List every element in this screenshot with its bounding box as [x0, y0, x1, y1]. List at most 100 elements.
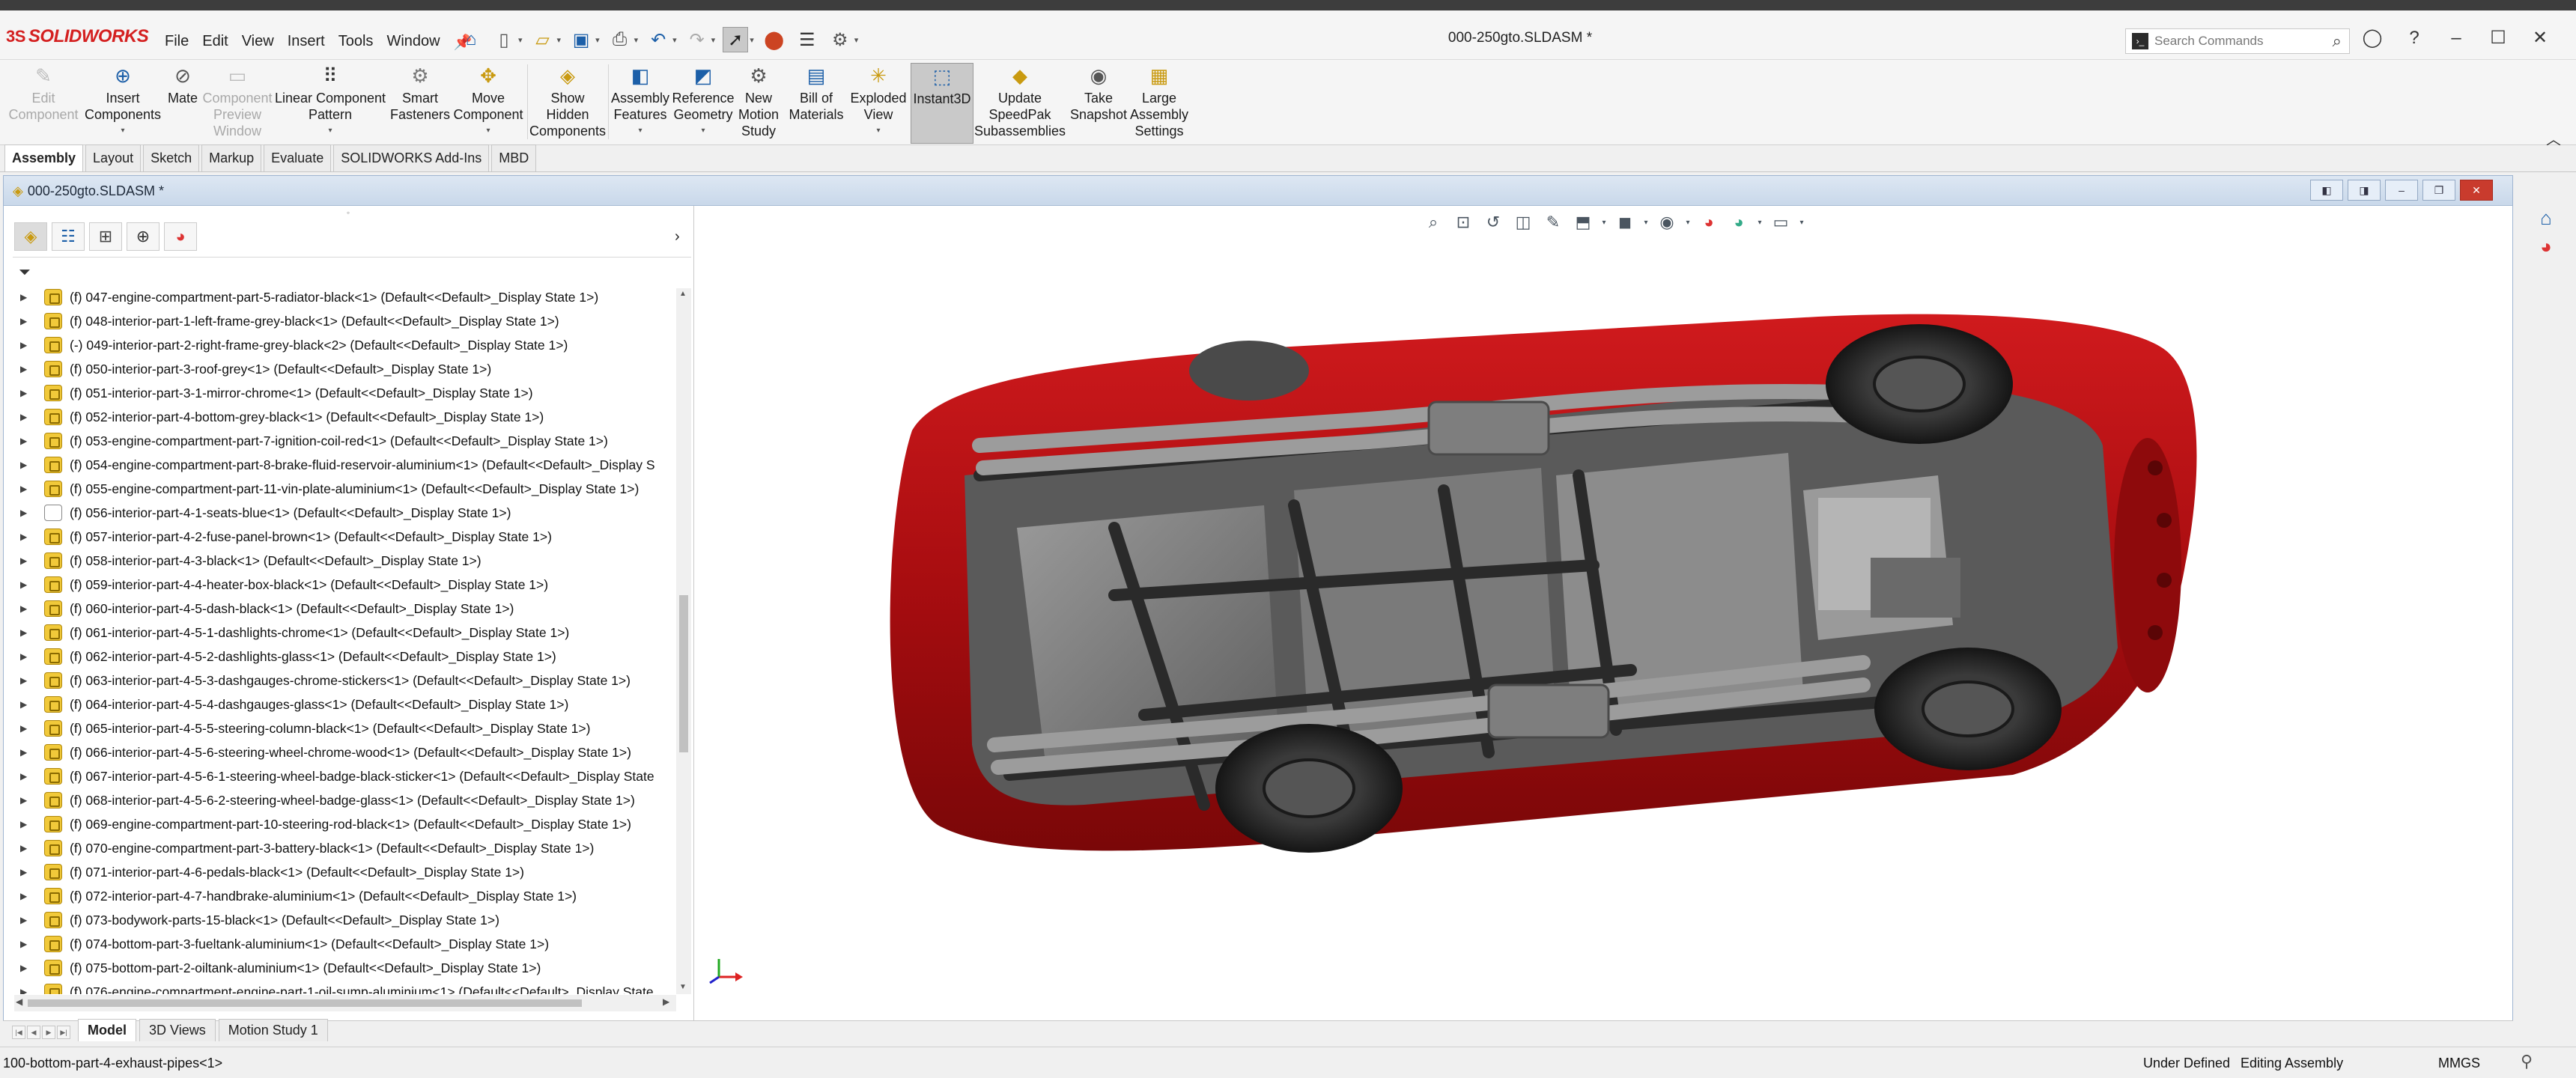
- tree-node[interactable]: ▶ (f) 065-interior-part-4-5-5-steering-co…: [4, 716, 676, 740]
- save-icon[interactable]: ▣: [568, 27, 594, 52]
- large-assembly-settings-button[interactable]: ▦ Large Assembly Settings: [1123, 63, 1195, 144]
- tree-node[interactable]: ▶ (f) 061-interior-part-4-5-1-dashlights-…: [4, 621, 676, 645]
- prev-tab-icon[interactable]: ◀: [27, 1026, 40, 1039]
- expand-arrow-icon[interactable]: ▶: [20, 436, 37, 446]
- tree-node[interactable]: ▶ (f) 054-engine-compartment-part-8-brake…: [4, 453, 676, 477]
- tree-node[interactable]: ▶ (f) 075-bottom-part-2-oiltank-aluminium…: [4, 956, 676, 980]
- appearances-icon[interactable]: ◕: [2533, 234, 2559, 259]
- assembly-features-button[interactable]: ◧ Assembly Features ▾: [610, 63, 671, 144]
- menu-view[interactable]: View: [236, 28, 280, 56]
- doc-minimize-icon[interactable]: –: [2385, 180, 2418, 201]
- expand-arrow-icon[interactable]: ▶: [20, 795, 37, 806]
- tree-node[interactable]: ▶ (-) 049-interior-part-2-right-frame-gre…: [4, 333, 676, 357]
- tree-node[interactable]: ▶ (f) 056-interior-part-4-1-seats-blue<1>…: [4, 501, 676, 525]
- component-preview-button[interactable]: ▭ Component Preview Window: [202, 63, 272, 144]
- tree-node[interactable]: ▶ (f) 048-interior-part-1-left-frame-grey…: [4, 309, 676, 333]
- expand-arrow-icon[interactable]: ▶: [20, 819, 37, 829]
- tree-node[interactable]: ▶ (f) 052-interior-part-4-bottom-grey-bla…: [4, 405, 676, 429]
- tree-node[interactable]: ▶ (f) 063-interior-part-4-5-3-dashgauges-…: [4, 669, 676, 692]
- chevron-down-icon[interactable]: ▾: [711, 35, 716, 45]
- reference-geometry-button[interactable]: ◩ Reference Geometry ▾: [672, 63, 734, 144]
- search-commands-input[interactable]: ›_ Search Commands ⌕: [2125, 28, 2350, 54]
- tree-node[interactable]: ▶ (f) 073-bodywork-parts-15-black<1> (Def…: [4, 908, 676, 932]
- tree-horizontal-scrollbar[interactable]: ◀ ▶: [14, 995, 676, 1011]
- open-icon[interactable]: ▱: [530, 27, 556, 52]
- expand-arrow-icon[interactable]: ▶: [20, 388, 37, 398]
- tile-right-icon[interactable]: ◨: [2348, 180, 2381, 201]
- tree-node[interactable]: ▶ (f) 069-engine-compartment-part-10-stee…: [4, 812, 676, 836]
- update-speedpak-button[interactable]: ◆ Update SpeedPak Subassemblies: [974, 63, 1066, 144]
- tree-node[interactable]: ▶ (f) 072-interior-part-4-7-handbrake-alu…: [4, 884, 676, 908]
- expand-arrow-icon[interactable]: ▶: [20, 651, 37, 662]
- mate-button[interactable]: ⊘ Mate: [163, 63, 202, 144]
- display-manager-tab-icon[interactable]: ◕: [164, 222, 197, 251]
- doc-close-icon[interactable]: ✕: [2460, 180, 2493, 201]
- status-units[interactable]: MMGS: [2438, 1056, 2480, 1071]
- expand-arrow-icon[interactable]: ▶: [20, 843, 37, 853]
- expand-arrow-icon[interactable]: ▶: [20, 460, 37, 470]
- doc-restore-icon[interactable]: ❐: [2422, 180, 2455, 201]
- tree-node[interactable]: ▶ (f) 070-engine-compartment-part-3-batte…: [4, 836, 676, 860]
- new-motion-study-button[interactable]: ⚙ New Motion Study: [737, 63, 780, 144]
- scrollbar-thumb[interactable]: [28, 999, 582, 1007]
- tree-node[interactable]: ▶ (f) 066-interior-part-4-5-6-steering-wh…: [4, 740, 676, 764]
- maximize-icon[interactable]: ☐: [2485, 27, 2512, 49]
- expand-arrow-icon[interactable]: ▶: [20, 891, 37, 901]
- next-tab-icon[interactable]: ▶: [42, 1026, 55, 1039]
- tree-node[interactable]: ▶ (f) 057-interior-part-4-2-fuse-panel-br…: [4, 525, 676, 549]
- tab-add-ins[interactable]: SOLIDWORKS Add-Ins: [333, 144, 490, 171]
- expand-arrow-icon[interactable]: ▶: [20, 987, 37, 994]
- help-icon[interactable]: ?: [2401, 28, 2428, 49]
- take-snapshot-button[interactable]: ◉ Take Snapshot: [1066, 63, 1131, 144]
- last-tab-icon[interactable]: ▶|: [57, 1026, 70, 1039]
- print-icon[interactable]: ⎙: [607, 27, 633, 52]
- rebuild-tag-icon[interactable]: ⚲: [2521, 1052, 2533, 1071]
- tree-node[interactable]: ▶ (f) 062-interior-part-4-5-2-dashlights-…: [4, 645, 676, 669]
- tree-node[interactable]: ▶ (f) 053-engine-compartment-part-7-ignit…: [4, 429, 676, 453]
- tree-node[interactable]: ▶ (f) 064-interior-part-4-5-4-dashgauges-…: [4, 692, 676, 716]
- chevron-down-icon[interactable]: ▾: [672, 35, 677, 45]
- tree-node[interactable]: ▶ (f) 068-interior-part-4-5-6-2-steering-…: [4, 788, 676, 812]
- select-pointer-icon[interactable]: ➚: [723, 27, 749, 52]
- graphics-viewport[interactable]: ⌕ ⊡ ↺ ◫ ✎ ⬒ ▾ ◼ ▾ ◉ ▾ ◕ ◕ ▾ ▭ ▾: [695, 206, 2512, 1020]
- expand-arrow-icon[interactable]: ▶: [20, 627, 37, 638]
- expand-arrow-icon[interactable]: ▶: [20, 771, 37, 782]
- expand-arrow-icon[interactable]: ▶: [20, 316, 37, 326]
- tree-node[interactable]: ▶ (f) 074-bottom-part-3-fueltank-aluminiu…: [4, 932, 676, 956]
- solidworks-resources-icon[interactable]: ⌂: [2533, 205, 2559, 231]
- menu-file[interactable]: File: [159, 28, 195, 56]
- expand-arrow-icon[interactable]: ▶: [20, 603, 37, 614]
- first-tab-icon[interactable]: |◀: [12, 1026, 25, 1039]
- user-account-icon[interactable]: ◯: [2359, 27, 2386, 49]
- tab-layout[interactable]: Layout: [85, 144, 142, 171]
- chevron-down-icon[interactable]: ▾: [854, 35, 859, 45]
- tile-left-icon[interactable]: ◧: [2310, 180, 2343, 201]
- tab-assembly[interactable]: Assembly: [4, 144, 84, 171]
- expand-arrow-icon[interactable]: ▶: [20, 747, 37, 758]
- tab-markup[interactable]: Markup: [201, 144, 262, 171]
- redo-icon[interactable]: ↷: [684, 27, 710, 52]
- options-gear-icon[interactable]: ⚙: [827, 27, 853, 52]
- expand-arrow-icon[interactable]: ▶: [20, 484, 37, 494]
- expand-arrow-icon[interactable]: ▶: [20, 915, 37, 925]
- exploded-view-button[interactable]: ✳ Exploded View ▾: [848, 63, 909, 144]
- scrollbar-thumb[interactable]: [679, 595, 688, 752]
- tree-node[interactable]: ▶ (f) 067-interior-part-4-5-6-1-steering-…: [4, 764, 676, 788]
- tab-evaluate[interactable]: Evaluate: [264, 144, 332, 171]
- expand-arrow-icon[interactable]: ▶: [20, 340, 37, 350]
- new-document-icon[interactable]: ▯: [491, 27, 517, 52]
- smart-fasteners-button[interactable]: ⚙ Smart Fasteners: [389, 63, 451, 144]
- configuration-manager-tab-icon[interactable]: ⊞: [89, 222, 122, 251]
- filter-icon[interactable]: ⏷: [19, 264, 31, 281]
- chevron-down-icon[interactable]: ▾: [557, 35, 562, 45]
- tree-node[interactable]: ▶ (f) 055-engine-compartment-part-11-vin-…: [4, 477, 676, 501]
- close-icon[interactable]: ✕: [2527, 27, 2554, 49]
- feature-tree-tab-icon[interactable]: ◈: [14, 222, 47, 251]
- pane-splitter-handle[interactable]: ◦: [4, 207, 693, 218]
- show-hidden-button[interactable]: ◈ Show Hidden Components: [529, 63, 606, 144]
- expand-arrow-icon[interactable]: ▶: [20, 675, 37, 686]
- tab-3d-views[interactable]: 3D Views: [139, 1019, 216, 1041]
- expand-arrow-icon[interactable]: ▶: [20, 867, 37, 877]
- tree-node[interactable]: ▶ (f) 060-interior-part-4-5-dash-black<1>…: [4, 597, 676, 621]
- bill-of-materials-button[interactable]: ▤ Bill of Materials: [786, 63, 846, 144]
